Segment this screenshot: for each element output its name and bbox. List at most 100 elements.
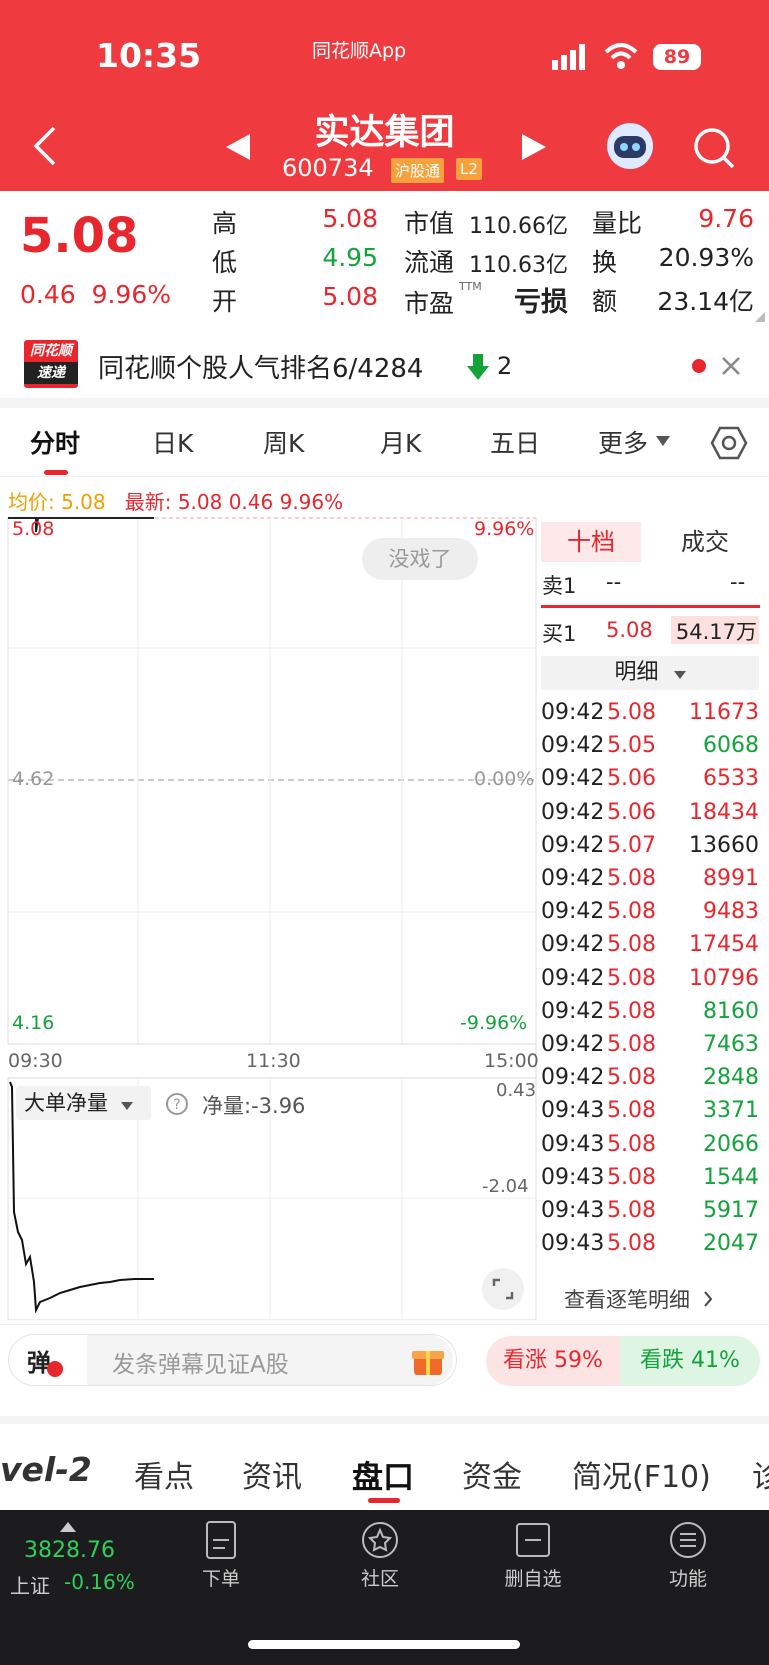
menu-icon: [670, 1522, 706, 1558]
tick-row: 09:42 5.08 8991: [541, 866, 759, 899]
fmv-label: 流通: [404, 248, 455, 277]
status-time: 10:35: [96, 36, 202, 75]
price-change: 0.46 9.96%: [20, 280, 171, 309]
tick-volume: 5917: [703, 1198, 759, 1223]
bearish-vote-button[interactable]: 看跌 41%: [620, 1336, 760, 1386]
nav-remove-watchlist[interactable]: 删自选: [473, 1520, 593, 1591]
volume-ratio-value: 9.76: [698, 204, 754, 233]
turnover-value: 20.93%: [658, 243, 754, 272]
view-tick-details-link[interactable]: 查看逐笔明细: [564, 1284, 713, 1314]
index-value[interactable]: 3828.76: [24, 1538, 115, 1563]
wifi-icon: [604, 43, 638, 69]
buy1-label: 买1: [542, 622, 577, 646]
tick-time: 09:42: [541, 998, 605, 1024]
danmu-placeholder: 发条弹幕见证A股: [112, 1352, 289, 1378]
tick-row: 09:43 5.08 1544: [541, 1165, 759, 1198]
amount-label: 额: [592, 287, 618, 316]
tick-price: 5.08: [607, 700, 656, 725]
stock-header: 10:35 同花顺App 89 实达集团 600734 沪股通 L2: [0, 0, 769, 191]
tab-daily-k[interactable]: 日K: [152, 424, 193, 460]
tab-funds[interactable]: 资金: [462, 1452, 522, 1496]
tab-active-indicator: [44, 470, 68, 475]
tick-price: 5.07: [607, 832, 656, 858]
sell1-volume: --: [730, 570, 746, 594]
avg-price: 均价: 5.08: [8, 490, 106, 514]
fmv-value: 110.63亿: [469, 253, 568, 278]
status-tag: 没戏了: [362, 538, 478, 580]
tab-more[interactable]: 更多: [598, 424, 648, 460]
latest-price-info: 最新: 5.08 0.46 9.96%: [124, 490, 344, 514]
tick-volume: 18434: [689, 799, 759, 825]
tab-news[interactable]: 资讯: [242, 1452, 302, 1496]
caret-up-icon: [60, 1522, 76, 1532]
tab-deals[interactable]: 成交: [650, 522, 760, 562]
tab-five-day[interactable]: 五日: [490, 424, 540, 460]
tick-time: 09:42: [541, 932, 605, 958]
chart-top-price: 5.08: [12, 518, 55, 540]
tick-volume: 1544: [703, 1164, 759, 1190]
tick-price: 5.06: [607, 799, 656, 825]
tab-intraday[interactable]: 分时: [30, 424, 80, 460]
change-percent: 9.96%: [91, 280, 171, 309]
tick-time: 09:42: [541, 733, 605, 759]
pe-ttm-label: TTM: [459, 280, 482, 293]
dropdown-icon: [673, 671, 686, 679]
nav-community[interactable]: 社区: [320, 1520, 440, 1591]
tick-price: 5.06: [607, 766, 656, 792]
gift-icon[interactable]: [411, 1343, 445, 1377]
high-value: 5.08: [322, 204, 378, 233]
buy1-volume: 54.17万: [671, 616, 759, 644]
tick-volume: 9483: [703, 899, 759, 925]
expand-corner-icon[interactable]: [755, 312, 765, 322]
tick-time: 09:42: [541, 766, 605, 792]
tick-list[interactable]: 09:42 5.08 11673 09:42 5.05 6068 09:42 5.06 6533…: [0, 700, 769, 1278]
next-stock-icon[interactable]: [520, 134, 546, 160]
rank-down-count: 2: [497, 352, 513, 380]
unread-dot-icon: [692, 359, 706, 373]
tab-diagnosis[interactable]: 诊: [752, 1452, 769, 1496]
tick-volume: 11673: [689, 700, 759, 725]
sell1-price: --: [606, 570, 622, 594]
battery-indicator: 89: [653, 44, 701, 70]
community-icon: [362, 1522, 398, 1558]
status-app-name: 同花顺App: [312, 40, 407, 62]
pe-value: 亏损: [514, 287, 568, 318]
search-icon[interactable]: [692, 126, 736, 170]
chevron-right-icon: [703, 1291, 713, 1307]
tick-volume: 3371: [703, 1098, 759, 1124]
tab-ten-levels[interactable]: 十档: [541, 522, 641, 562]
tick-price: 5.05: [607, 733, 656, 759]
tab-profile[interactable]: 简况(F10): [572, 1452, 711, 1496]
mv-value: 110.66亿: [469, 214, 568, 239]
chart-top-pct: 9.96%: [474, 518, 535, 540]
rank-text: 同花顺个股人气排名6/4284: [98, 354, 424, 384]
tick-volume: 13660: [689, 832, 759, 858]
nav-order[interactable]: 下单: [161, 1520, 281, 1591]
tab-weekly-k[interactable]: 周K: [263, 424, 304, 460]
tab-level2[interactable]: vel-2: [0, 1450, 92, 1489]
tick-volume: 7463: [703, 1032, 759, 1057]
volume-ratio-label: 量比: [592, 209, 643, 238]
tick-price: 5.08: [607, 899, 656, 925]
hgt-badge: 沪股通: [391, 158, 445, 183]
tab-monthly-k[interactable]: 月K: [380, 424, 421, 460]
tick-price: 5.08: [607, 1131, 656, 1157]
danmu-input-box[interactable]: 弹 发条弹幕见证A股: [8, 1334, 457, 1386]
tick-time: 09:42: [541, 866, 605, 891]
close-icon[interactable]: [721, 356, 741, 376]
popularity-rank-banner[interactable]: 同花顺 速递 同花顺个股人气排名6/4284 2: [0, 330, 769, 400]
buy1-price: 5.08: [606, 618, 653, 642]
detail-dropdown[interactable]: 明细: [541, 656, 759, 690]
tick-volume: 17454: [689, 932, 759, 958]
nav-functions[interactable]: 功能: [628, 1520, 748, 1591]
tick-volume: 8991: [703, 866, 759, 891]
bullish-vote-button[interactable]: 看涨 59%: [486, 1336, 620, 1386]
settings-icon[interactable]: [710, 424, 748, 462]
l2-badge: L2: [456, 158, 482, 180]
tab-market[interactable]: 盘口: [352, 1452, 414, 1497]
tick-time: 09:42: [541, 700, 605, 725]
tab-highlights[interactable]: 看点: [134, 1452, 194, 1496]
tick-row: 09:42 5.07 13660: [541, 833, 759, 866]
robot-assistant-icon[interactable]: [604, 120, 656, 172]
tick-row: 09:43 5.08 2066: [541, 1132, 759, 1165]
